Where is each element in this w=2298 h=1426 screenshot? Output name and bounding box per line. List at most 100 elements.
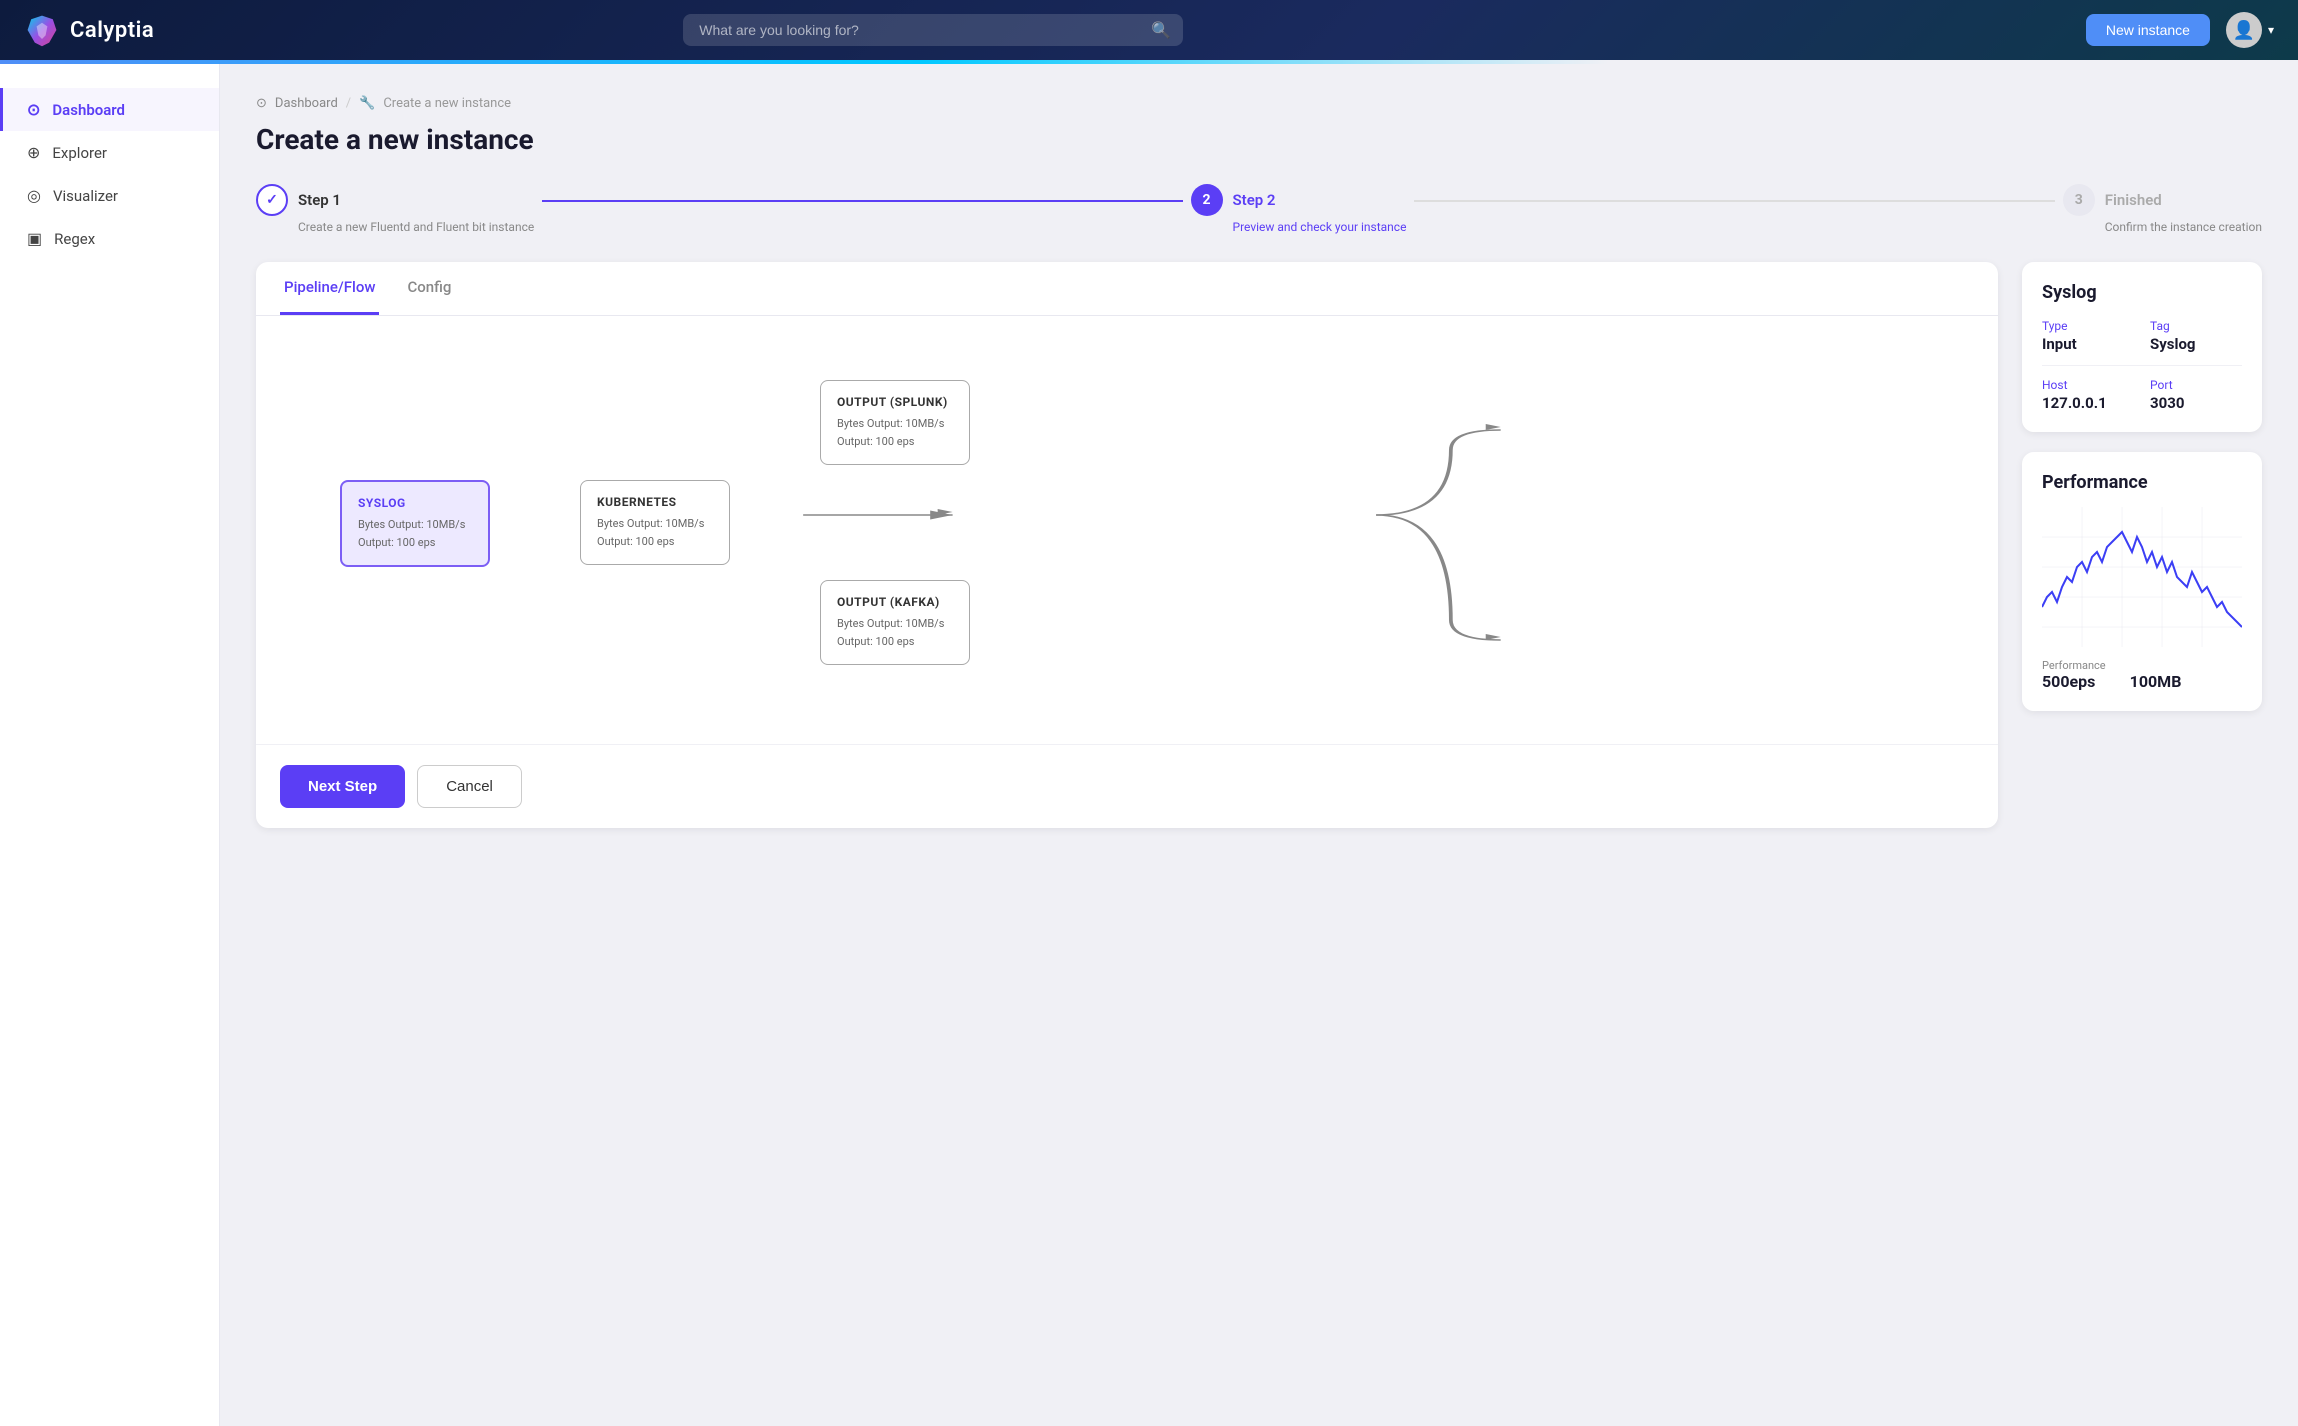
user-avatar-menu[interactable]: 👤 ▾ bbox=[2226, 12, 2274, 48]
port-label: Port bbox=[2150, 378, 2242, 392]
breadcrumb-icon2: 🔧 bbox=[359, 96, 375, 111]
port-value: 3030 bbox=[2150, 394, 2242, 412]
tab-config[interactable]: Config bbox=[403, 262, 455, 315]
type-field: Type Input bbox=[2042, 319, 2134, 353]
node-kubernetes[interactable]: KUBERNETES Bytes Output: 10MB/s Output: … bbox=[580, 480, 730, 565]
kubernetes-node-title: KUBERNETES bbox=[597, 495, 713, 509]
cancel-button[interactable]: Cancel bbox=[417, 765, 522, 808]
step-3-desc: Confirm the instance creation bbox=[2063, 220, 2262, 234]
sidebar-item-label: Visualizer bbox=[53, 187, 118, 205]
syslog-eps: Output: 100 eps bbox=[358, 534, 472, 552]
performance-chart bbox=[2042, 507, 2242, 647]
avatar: 👤 bbox=[2226, 12, 2262, 48]
mb-label bbox=[2130, 659, 2182, 672]
step-2-desc: Preview and check your instance bbox=[1191, 220, 1407, 234]
mb-metric: 100MB bbox=[2130, 659, 2182, 691]
kubernetes-eps: Output: 100 eps bbox=[597, 533, 713, 551]
breadcrumb: ⊙ Dashboard / 🔧 Create a new instance bbox=[256, 96, 2262, 111]
right-panel: Syslog Type Input Tag Syslog bbox=[2022, 262, 2262, 711]
type-value: Input bbox=[2042, 335, 2134, 353]
top-navigation: Calyptia 🔍 New instance 👤 ▾ bbox=[0, 0, 2298, 60]
splunk-bytes: Bytes Output: 10MB/s bbox=[837, 415, 953, 433]
content-row: Pipeline/Flow Config bbox=[256, 262, 2262, 828]
sidebar-item-dashboard[interactable]: ⊙ Dashboard bbox=[0, 88, 219, 131]
page-title: Create a new instance bbox=[256, 123, 2262, 156]
steps-indicator: ✓ Step 1 Create a new Fluentd and Fluent… bbox=[256, 184, 2262, 234]
logo-area: Calyptia bbox=[24, 12, 224, 48]
logo-text: Calyptia bbox=[70, 18, 154, 43]
node-output-kafka[interactable]: OUTPUT (KAFKA) Bytes Output: 10MB/s Outp… bbox=[820, 580, 970, 665]
main-card: Pipeline/Flow Config bbox=[256, 262, 1998, 828]
tag-value: Syslog bbox=[2150, 335, 2242, 353]
kubernetes-bytes: Bytes Output: 10MB/s bbox=[597, 515, 713, 533]
host-label: Host bbox=[2042, 378, 2134, 392]
step-1-desc: Create a new Fluentd and Fluent bit inst… bbox=[256, 220, 534, 234]
step-connector-2 bbox=[1414, 200, 2054, 202]
tag-label: Tag bbox=[2150, 319, 2242, 333]
sidebar-item-explorer[interactable]: ⊕ Explorer bbox=[0, 131, 219, 174]
tag-field: Tag Syslog bbox=[2150, 319, 2242, 353]
type-label: Type bbox=[2042, 319, 2134, 333]
main-layout: ⊙ Dashboard ⊕ Explorer ◎ Visualizer ▣ Re… bbox=[0, 64, 2298, 1426]
breadcrumb-icon: ⊙ bbox=[256, 96, 267, 111]
syslog-host-grid: Host 127.0.0.1 Port 3030 bbox=[2042, 378, 2242, 412]
step-connector-1 bbox=[542, 200, 1182, 202]
kafka-node-title: OUTPUT (KAFKA) bbox=[837, 595, 953, 609]
divider bbox=[2042, 365, 2242, 366]
next-step-button[interactable]: Next Step bbox=[280, 765, 405, 808]
sidebar-item-visualizer[interactable]: ◎ Visualizer bbox=[0, 174, 219, 217]
perf-label: Performance bbox=[2042, 659, 2106, 672]
dashboard-icon: ⊙ bbox=[27, 100, 40, 119]
explorer-icon: ⊕ bbox=[27, 143, 40, 162]
sidebar-item-label: Explorer bbox=[52, 144, 107, 162]
syslog-bytes: Bytes Output: 10MB/s bbox=[358, 516, 472, 534]
step-3-circle: 3 bbox=[2063, 184, 2095, 216]
syslog-info-grid: Type Input Tag Syslog bbox=[2042, 319, 2242, 353]
logo-icon bbox=[24, 12, 60, 48]
main-content: ⊙ Dashboard / 🔧 Create a new instance Cr… bbox=[220, 64, 2298, 1426]
step-2-label: Step 2 bbox=[1233, 191, 1276, 209]
breadcrumb-parent[interactable]: Dashboard bbox=[275, 96, 338, 111]
flow-diagram: SYSLOG Bytes Output: 10MB/s Output: 100 … bbox=[280, 340, 1974, 720]
node-output-splunk[interactable]: OUTPUT (SPLUNK) Bytes Output: 10MB/s Out… bbox=[820, 380, 970, 465]
eps-metric: Performance 500eps bbox=[2042, 659, 2106, 691]
syslog-node-title: SYSLOG bbox=[358, 496, 472, 510]
port-field: Port 3030 bbox=[2150, 378, 2242, 412]
step-2: 2 Step 2 Preview and check your instance bbox=[1191, 184, 1407, 234]
sidebar-item-label: Regex bbox=[54, 230, 95, 248]
breadcrumb-separator: / bbox=[346, 96, 351, 111]
tab-bar: Pipeline/Flow Config bbox=[256, 262, 1998, 316]
step-3: 3 Finished Confirm the instance creation bbox=[2063, 184, 2262, 234]
eps-value: 500eps bbox=[2042, 672, 2106, 691]
host-value: 127.0.0.1 bbox=[2042, 394, 2134, 412]
new-instance-button[interactable]: New instance bbox=[2086, 14, 2210, 46]
chevron-down-icon: ▾ bbox=[2268, 23, 2274, 37]
sidebar-item-regex[interactable]: ▣ Regex bbox=[0, 217, 219, 260]
syslog-card-title: Syslog bbox=[2042, 282, 2242, 303]
host-field: Host 127.0.0.1 bbox=[2042, 378, 2134, 412]
search-bar[interactable]: 🔍 bbox=[683, 14, 1183, 46]
flow-connectors bbox=[280, 340, 1974, 720]
node-syslog[interactable]: SYSLOG Bytes Output: 10MB/s Output: 100 … bbox=[340, 480, 490, 567]
kafka-bytes: Bytes Output: 10MB/s bbox=[837, 615, 953, 633]
card-footer: Next Step Cancel bbox=[256, 744, 1998, 828]
sidebar-item-label: Dashboard bbox=[52, 101, 125, 119]
search-icon: 🔍 bbox=[1151, 21, 1171, 40]
pipeline-area: SYSLOG Bytes Output: 10MB/s Output: 100 … bbox=[256, 316, 1998, 744]
syslog-info-card: Syslog Type Input Tag Syslog bbox=[2022, 262, 2262, 432]
search-input[interactable] bbox=[683, 14, 1183, 46]
sidebar: ⊙ Dashboard ⊕ Explorer ◎ Visualizer ▣ Re… bbox=[0, 64, 220, 1426]
breadcrumb-current: Create a new instance bbox=[383, 96, 511, 111]
splunk-node-title: OUTPUT (SPLUNK) bbox=[837, 395, 953, 409]
nav-right: New instance 👤 ▾ bbox=[2086, 12, 2274, 48]
tab-pipeline[interactable]: Pipeline/Flow bbox=[280, 262, 379, 315]
step-3-label: Finished bbox=[2105, 191, 2162, 209]
visualizer-icon: ◎ bbox=[27, 186, 41, 205]
performance-metrics: Performance 500eps 100MB bbox=[2042, 659, 2242, 691]
splunk-eps: Output: 100 eps bbox=[837, 433, 953, 451]
step-1-label: Step 1 bbox=[298, 191, 341, 209]
kafka-eps: Output: 100 eps bbox=[837, 633, 953, 651]
performance-card: Performance bbox=[2022, 452, 2262, 711]
regex-icon: ▣ bbox=[27, 229, 42, 248]
step-2-circle: 2 bbox=[1191, 184, 1223, 216]
